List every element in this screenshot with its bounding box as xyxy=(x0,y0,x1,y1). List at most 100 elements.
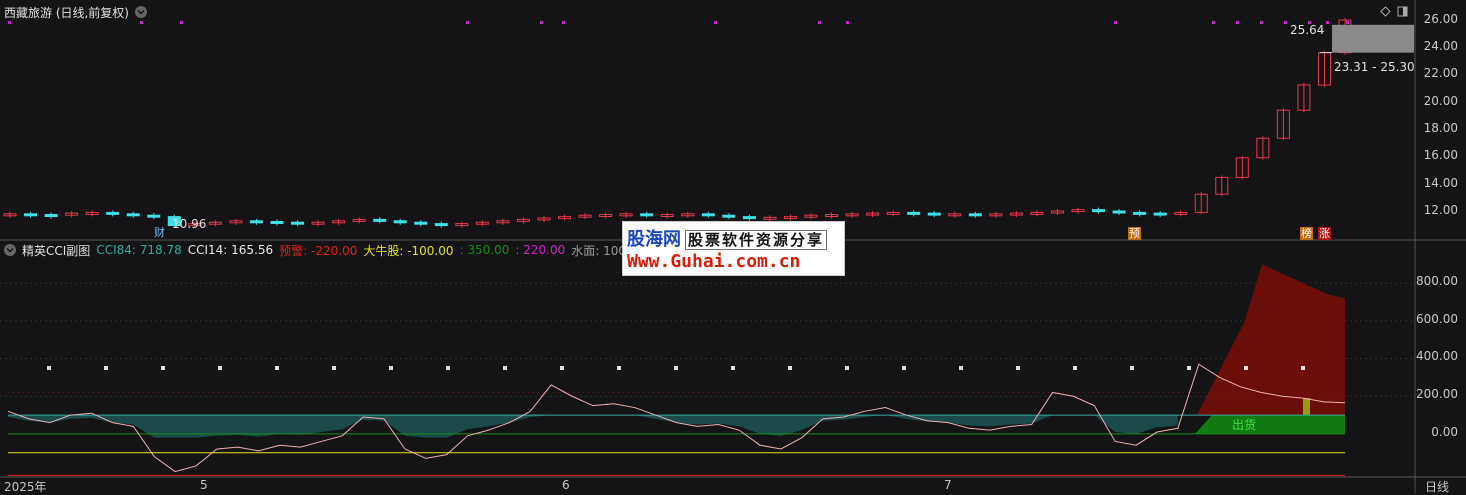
level-dot xyxy=(1301,366,1305,370)
candle-body xyxy=(147,214,161,218)
range-label: 23.31 - 25.30 xyxy=(1334,60,1415,74)
level-dot xyxy=(104,366,108,370)
level-dot xyxy=(446,366,450,370)
level-dot xyxy=(1187,366,1191,370)
cci-subchart xyxy=(0,241,1466,493)
legend-warning: 预警: -220.00 xyxy=(279,243,358,258)
candle-body xyxy=(126,213,140,217)
signal-dot xyxy=(1260,21,1263,24)
candle-body xyxy=(722,214,736,218)
signal-dot xyxy=(180,21,183,24)
candle-body xyxy=(968,213,982,217)
signal-dot xyxy=(140,21,143,24)
level-dot xyxy=(503,366,507,370)
candle-body xyxy=(291,221,305,225)
period-button[interactable]: 日线 xyxy=(1425,478,1449,495)
signal-dot xyxy=(8,21,11,24)
price-y-tick: 26.00 xyxy=(1423,12,1458,26)
price-chart xyxy=(0,0,1466,241)
chuhuo-label: 出货 xyxy=(1232,418,1257,432)
price-y-tick: 14.00 xyxy=(1423,176,1458,190)
chart-tools xyxy=(1380,6,1408,17)
chart-title-bar: 西藏旅游 (日线,前复权) xyxy=(4,4,147,20)
signal-dot xyxy=(1326,21,1329,24)
diamond-icon[interactable] xyxy=(1380,6,1391,17)
x-label-may: 5 xyxy=(200,478,208,492)
legend-220: : 220.00 xyxy=(515,243,566,257)
level-dot xyxy=(617,366,621,370)
candle-body xyxy=(701,213,715,217)
price-y-tick: 16.00 xyxy=(1423,148,1458,162)
level-dot xyxy=(674,366,678,370)
x-label-jul: 7 xyxy=(944,478,952,492)
candle-body xyxy=(393,220,407,224)
price-y-tick: 18.00 xyxy=(1423,121,1458,135)
level-dot xyxy=(902,366,906,370)
level-dot xyxy=(845,366,849,370)
candle-body xyxy=(44,214,58,217)
signal-dot xyxy=(1212,21,1215,24)
candle-body xyxy=(24,213,38,217)
ad-logo: 股海网 xyxy=(627,229,681,250)
candle-body xyxy=(907,211,921,215)
signal-dot xyxy=(818,21,821,24)
price-label-low: 10.96 xyxy=(172,217,207,231)
candle-body xyxy=(270,221,284,224)
cci-y-tick: 600.00 xyxy=(1416,312,1458,326)
ad-url: Www.Guhai.com.cn xyxy=(627,251,801,272)
signal-dot xyxy=(846,21,849,24)
candle-body xyxy=(434,223,448,227)
settings-icon[interactable] xyxy=(4,244,16,256)
panel-toggle-icon[interactable] xyxy=(1397,6,1408,17)
candle-body xyxy=(1153,212,1167,216)
cci-y-tick: 400.00 xyxy=(1416,349,1458,363)
candle-body xyxy=(927,212,941,216)
indicator-name: 精英CCI副图 xyxy=(22,243,91,258)
marker-bang[interactable]: 榜 xyxy=(1300,227,1313,240)
cci-y-tick: 0.00 xyxy=(1431,425,1458,439)
marker-yu[interactable]: 预 xyxy=(1128,227,1141,240)
level-dot xyxy=(389,366,393,370)
level-dot xyxy=(218,366,222,370)
chevron-down-icon[interactable] xyxy=(135,6,147,18)
candle-body xyxy=(1112,210,1126,214)
candle-body xyxy=(249,220,263,224)
level-dot xyxy=(788,366,792,370)
legend-cci14: CCI14: 165.56 xyxy=(187,243,274,257)
level-dot xyxy=(731,366,735,370)
chuhuo-block xyxy=(1195,415,1345,434)
signal-dot xyxy=(1284,21,1287,24)
signal-dot xyxy=(540,21,543,24)
candle-body xyxy=(106,211,120,215)
x-label-year: 2025年 xyxy=(4,480,47,494)
level-dot xyxy=(47,366,51,370)
ad-top-line: 股海网 股票软件资源分享 xyxy=(627,225,828,251)
legend-cci84: CCI84: 718.78 xyxy=(96,243,182,257)
price-y-tick: 12.00 xyxy=(1423,203,1458,217)
level-dot xyxy=(1073,366,1077,370)
level-dot xyxy=(560,366,564,370)
candle-body xyxy=(640,213,654,217)
stock-title: 西藏旅游 (日线,前复权) xyxy=(4,5,129,20)
candle-body xyxy=(1133,211,1147,215)
level-dot xyxy=(1016,366,1020,370)
legend-bull: 大牛股: -100.00 xyxy=(363,243,454,258)
level-dot xyxy=(1244,366,1248,370)
price-y-tick: 20.00 xyxy=(1423,94,1458,108)
level-dot xyxy=(275,366,279,370)
marker-zhang[interactable]: 涨 xyxy=(1318,227,1331,240)
marker-cai[interactable]: 财 xyxy=(153,226,166,239)
candle-body xyxy=(742,216,756,220)
signal-bar xyxy=(1303,398,1310,416)
level-dot xyxy=(332,366,336,370)
x-label-jun: 6 xyxy=(562,478,570,492)
candle-body xyxy=(373,218,387,222)
watermark-ad: 股海网 股票软件资源分享 Www.Guhai.com.cn xyxy=(622,221,845,276)
legend-350: : 350.00 xyxy=(459,243,510,257)
price-y-tick: 22.00 xyxy=(1423,66,1458,80)
cci-legend: 精英CCI副图 CCI84: 718.78 CCI14: 165.56 预警: … xyxy=(4,242,664,258)
signal-dot xyxy=(1114,21,1117,24)
ad-slogan: 股票软件资源分享 xyxy=(685,230,828,250)
signal-dot xyxy=(1236,21,1239,24)
cci-y-tick: 200.00 xyxy=(1416,387,1458,401)
